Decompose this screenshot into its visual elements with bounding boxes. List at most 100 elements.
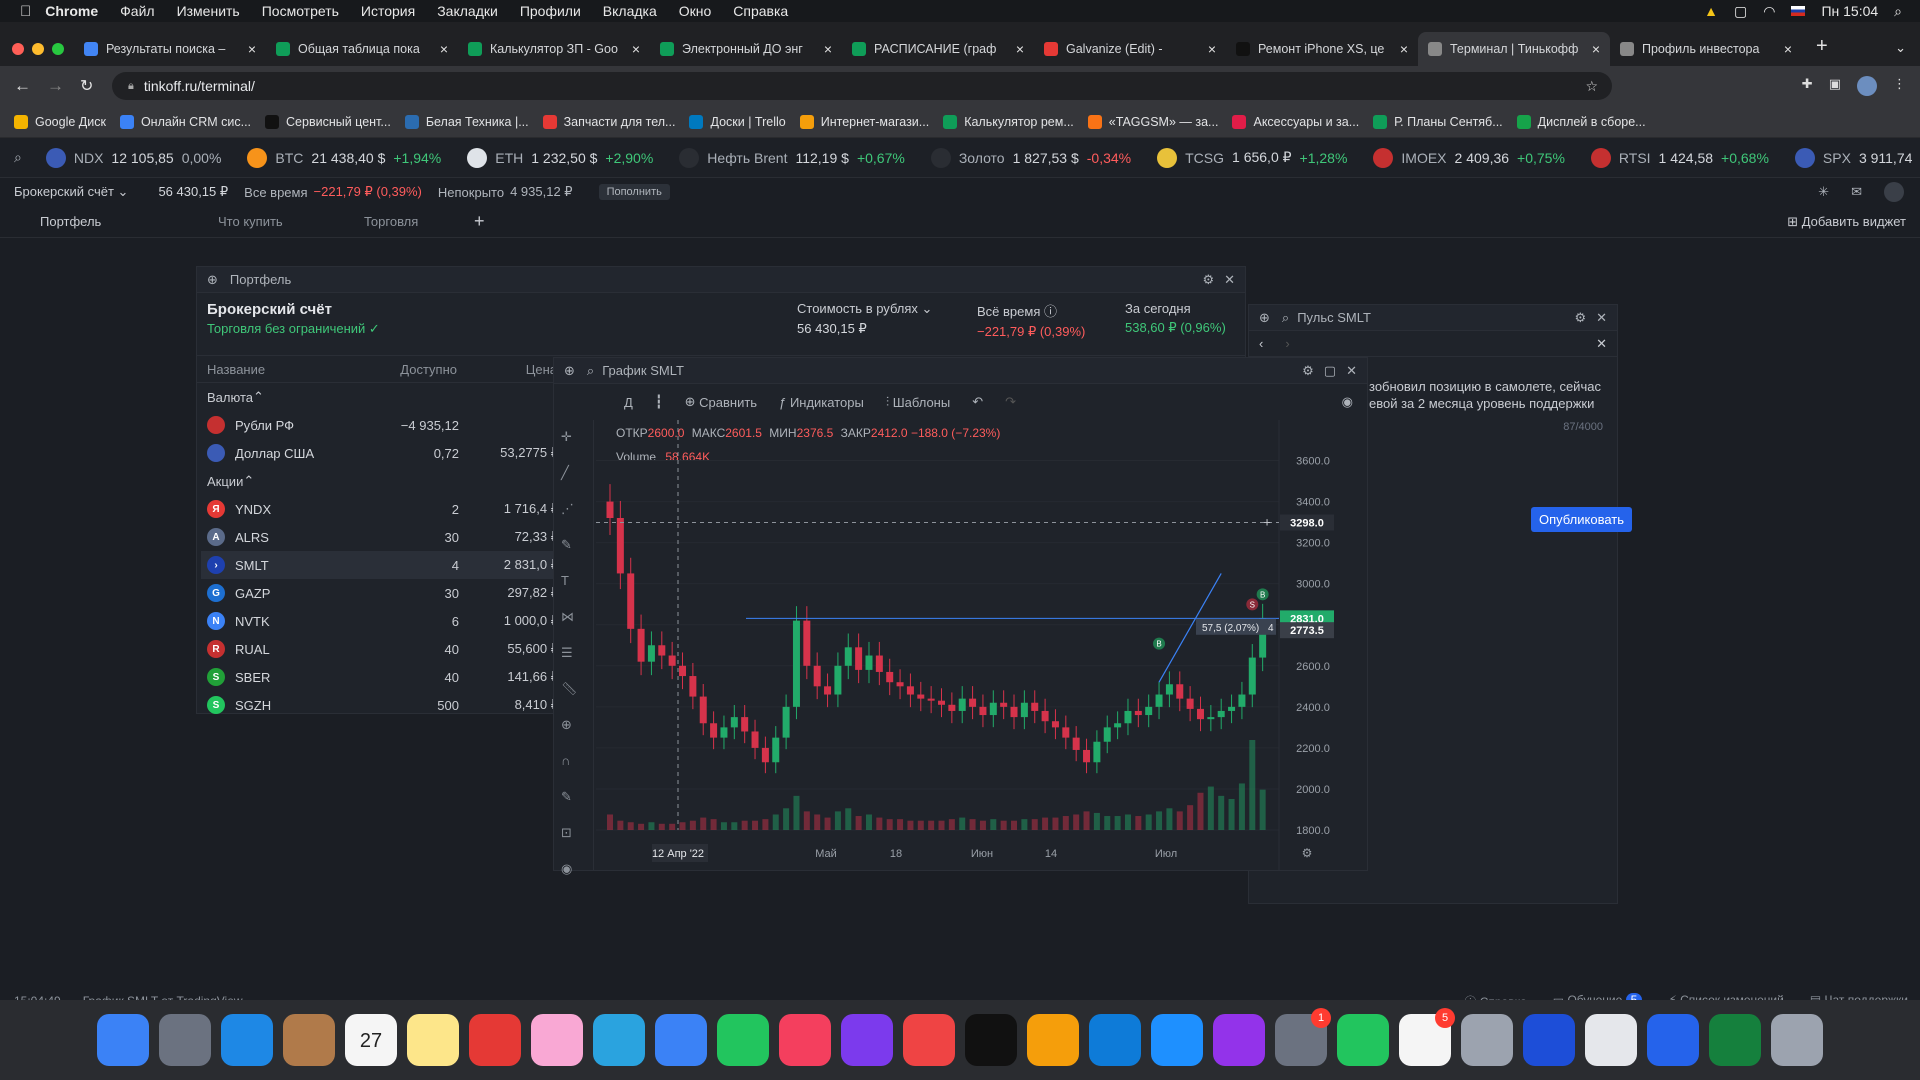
candle-body[interactable] xyxy=(979,706,987,716)
installer-icon[interactable]: 5 xyxy=(1399,1008,1455,1066)
candle-body[interactable] xyxy=(1020,702,1028,718)
menu-edit[interactable]: Изменить xyxy=(177,3,240,19)
safari-icon[interactable] xyxy=(221,1014,273,1066)
bookmark-item[interactable]: «TAGGSM» — за... xyxy=(1087,114,1218,129)
chrome-icon[interactable] xyxy=(469,1014,521,1066)
bookmark-item[interactable]: Интернет-магази... xyxy=(799,114,929,129)
browser-tab[interactable]: Профиль инвестора × xyxy=(1610,32,1802,66)
bookmark-item[interactable]: Р. Планы Сентяб... xyxy=(1373,114,1503,129)
tab-close-icon[interactable]: × xyxy=(440,41,448,57)
pulse-forward-icon[interactable]: › xyxy=(1285,336,1289,351)
widget-link-icon[interactable]: ⊕ xyxy=(207,272,218,288)
apple-icon[interactable]:  xyxy=(20,3,31,20)
browser-tab[interactable]: Калькулятор ЗП - Goo × xyxy=(458,32,650,66)
candle-body[interactable] xyxy=(627,573,635,629)
bookmark-item[interactable]: Запчасти для тел... xyxy=(542,114,675,129)
telegram-icon[interactable] xyxy=(593,1014,645,1066)
candle-body[interactable] xyxy=(1041,710,1049,722)
bookmark-item[interactable]: Калькулятор рем... xyxy=(943,114,1074,129)
candle-body[interactable] xyxy=(751,731,759,748)
pulse-post-editor[interactable]: зобновил позицию в самолете, сейчас евой… xyxy=(1369,379,1603,437)
calculator-icon[interactable] xyxy=(1461,1014,1513,1066)
chart-close-icon[interactable]: ✕ xyxy=(1346,363,1357,379)
minimize-window-button[interactable] xyxy=(32,43,44,55)
pulse-search-icon[interactable]: ⌕ xyxy=(1282,310,1289,326)
browser-tab[interactable]: Ремонт iPhone XS, це × xyxy=(1226,32,1418,66)
forecast-icon[interactable]: ☰ xyxy=(561,645,585,669)
undo-icon[interactable]: ↶ xyxy=(972,394,983,410)
menu-tab[interactable]: Вкладка xyxy=(603,3,657,19)
podcasts-icon[interactable] xyxy=(1213,1014,1265,1066)
address-bar[interactable]: 🔒︎ tinkoff.ru/terminal/ ☆ xyxy=(112,72,1612,100)
menu-view[interactable]: Посмотреть xyxy=(262,3,339,19)
col-name[interactable]: Название xyxy=(207,362,377,377)
browser-menu-icon[interactable]: ⋮ xyxy=(1893,76,1906,96)
browser-tab[interactable]: РАСПИСАНИЕ (граф × xyxy=(842,32,1034,66)
candle-body[interactable] xyxy=(989,702,997,716)
compare-button[interactable]: ⊕ Сравнить xyxy=(685,394,757,410)
candle-body[interactable] xyxy=(1186,698,1194,709)
menu-file[interactable]: Файл xyxy=(120,3,154,19)
candle-body[interactable] xyxy=(679,665,687,677)
candle-body[interactable] xyxy=(834,665,842,695)
candle-body[interactable] xyxy=(616,518,624,574)
candle-body[interactable] xyxy=(1248,657,1256,695)
candle-body[interactable] xyxy=(917,694,925,699)
candle-body[interactable] xyxy=(668,655,676,666)
messages-icon[interactable] xyxy=(655,1014,707,1066)
candle-body[interactable] xyxy=(1114,723,1122,728)
interval-button[interactable]: Д xyxy=(624,395,633,410)
trash-icon[interactable] xyxy=(1771,1014,1823,1066)
bookmark-item[interactable]: Доски | Trello xyxy=(689,114,786,129)
candle-type-icon[interactable]: ┇ xyxy=(655,394,663,410)
pulse-close-icon[interactable]: ✕ xyxy=(1596,310,1607,326)
tab-close-icon[interactable]: × xyxy=(248,41,256,57)
pulse-settings-icon[interactable]: ⚙ xyxy=(1574,310,1586,326)
eye-icon[interactable]: ◉ xyxy=(561,861,585,885)
sidepanel-icon[interactable]: ▣ xyxy=(1829,76,1841,96)
browser-tab[interactable]: Общая таблица пока × xyxy=(266,32,458,66)
candle-body[interactable] xyxy=(637,628,645,662)
excel-icon[interactable] xyxy=(1709,1014,1761,1066)
printer-icon[interactable] xyxy=(1585,1014,1637,1066)
url-text[interactable]: tinkoff.ru/terminal/ xyxy=(144,78,255,94)
teamviewer-icon[interactable] xyxy=(1089,1014,1141,1066)
menu-history[interactable]: История xyxy=(361,3,415,19)
chart-settings-icon[interactable]: ⚙ xyxy=(1302,363,1314,379)
bookmark-item[interactable]: Google Диск xyxy=(14,114,106,129)
clock-text[interactable]: Пн 15:04 xyxy=(1821,3,1878,19)
mail-icon[interactable]: ✉ xyxy=(1851,184,1862,200)
price-chart[interactable]: 3600.03400.03200.03000.02800.02600.02400… xyxy=(596,420,1367,870)
candle-body[interactable] xyxy=(792,620,800,707)
candle-body[interactable] xyxy=(1238,694,1246,707)
reload-icon[interactable]: ↻ xyxy=(80,76,93,96)
publish-button[interactable]: Опубликовать xyxy=(1531,507,1633,532)
candle-body[interactable] xyxy=(761,747,769,763)
profile-avatar[interactable] xyxy=(1857,76,1877,96)
ticker-item[interactable]: Золото 1 827,53 $ -0,34% xyxy=(930,147,1131,168)
launchpad-icon[interactable] xyxy=(159,1014,211,1066)
candle-body[interactable] xyxy=(1083,749,1091,763)
candle-body[interactable] xyxy=(730,717,738,728)
photos-icon[interactable] xyxy=(531,1014,583,1066)
candle-body[interactable] xyxy=(1207,717,1215,720)
spotlight-icon[interactable]: ⌕ xyxy=(1894,3,1902,20)
candle-body[interactable] xyxy=(1165,684,1173,695)
ticker-item[interactable]: NDX 12 105,85 0,00% xyxy=(45,147,221,168)
templates-button[interactable]: ⫶ Шаблоны xyxy=(886,394,950,410)
candle-body[interactable] xyxy=(855,647,863,670)
finder-icon[interactable] xyxy=(97,1014,149,1066)
candle-body[interactable] xyxy=(658,645,666,656)
close-window-button[interactable] xyxy=(12,43,24,55)
calendar-icon[interactable]: 27 xyxy=(345,1014,397,1066)
chart-maximize-icon[interactable]: ▢ xyxy=(1324,363,1336,379)
candle-body[interactable] xyxy=(647,645,655,662)
tab-what-to-buy[interactable]: Что купить xyxy=(218,214,318,229)
wunder-icon[interactable] xyxy=(1523,1014,1575,1066)
appletv-icon[interactable] xyxy=(965,1014,1017,1066)
ticker-item[interactable]: BTC 21 438,40 $ +1,94% xyxy=(247,147,441,168)
warning-icon[interactable]: ▲ xyxy=(1704,3,1718,19)
menu-help[interactable]: Справка xyxy=(733,3,788,19)
music-icon[interactable] xyxy=(779,1014,831,1066)
candle-body[interactable] xyxy=(824,686,832,695)
